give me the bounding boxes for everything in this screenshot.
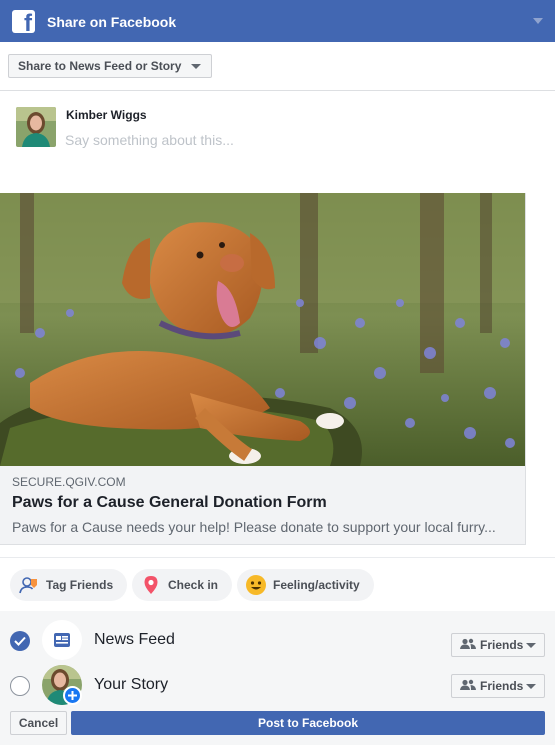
smiley-icon — [245, 574, 267, 596]
friends-icon — [460, 638, 476, 653]
post-to-facebook-button[interactable]: Post to Facebook — [71, 711, 545, 735]
title-bar: f Share on Facebook — [0, 0, 555, 42]
tag-friends-button[interactable]: Tag Friends — [10, 569, 128, 601]
share-target-label: Share to News Feed or Story — [18, 59, 182, 73]
friends-icon — [460, 679, 476, 694]
news-feed-audience-label: Friends — [480, 638, 524, 652]
location-pin-icon — [140, 574, 162, 596]
news-feed-icon — [42, 620, 82, 660]
link-description: Paws for a Cause needs your help! Please… — [12, 519, 496, 535]
user-name: Kimber Wiggs — [66, 108, 147, 122]
link-preview-card[interactable]: SECURE.QGIV.COM Paws for a Cause General… — [0, 193, 526, 545]
your-story-audience-dropdown[interactable]: Friends — [451, 674, 545, 698]
caret-down-icon — [526, 684, 536, 689]
window-title: Share on Facebook — [47, 14, 177, 30]
user-avatar — [16, 107, 56, 147]
facebook-logo-icon: f — [12, 10, 35, 33]
news-feed-audience-dropdown[interactable]: Friends — [451, 633, 545, 657]
link-meta: SECURE.QGIV.COM Paws for a Cause General… — [0, 466, 525, 544]
link-title[interactable]: Paws for a Cause General Donation Form — [12, 494, 327, 512]
feeling-activity-button[interactable]: Feeling/activity — [237, 569, 374, 601]
your-story-label: Your Story — [94, 676, 169, 693]
news-feed-label: News Feed — [94, 631, 175, 648]
dog-photo — [0, 193, 525, 466]
tag-friends-label: Tag Friends — [46, 578, 114, 592]
divider — [0, 557, 555, 558]
check-in-label: Check in — [168, 578, 219, 592]
link-domain: SECURE.QGIV.COM — [12, 475, 126, 489]
chevron-down-icon[interactable] — [533, 18, 543, 24]
your-story-checkbox[interactable] — [10, 676, 30, 696]
tag-friends-icon — [18, 574, 40, 596]
caret-down-icon — [526, 643, 536, 648]
check-in-button[interactable]: Check in — [132, 569, 233, 601]
news-feed-checkbox[interactable] — [10, 631, 30, 651]
composer-input[interactable] — [64, 128, 534, 152]
share-target-dropdown[interactable]: Share to News Feed or Story — [8, 54, 213, 78]
caret-down-icon — [191, 64, 202, 69]
your-story-audience-label: Friends — [480, 679, 524, 693]
feeling-activity-label: Feeling/activity — [273, 578, 360, 592]
add-story-icon — [63, 686, 82, 705]
cancel-button[interactable]: Cancel — [10, 711, 67, 735]
divider — [0, 90, 555, 91]
